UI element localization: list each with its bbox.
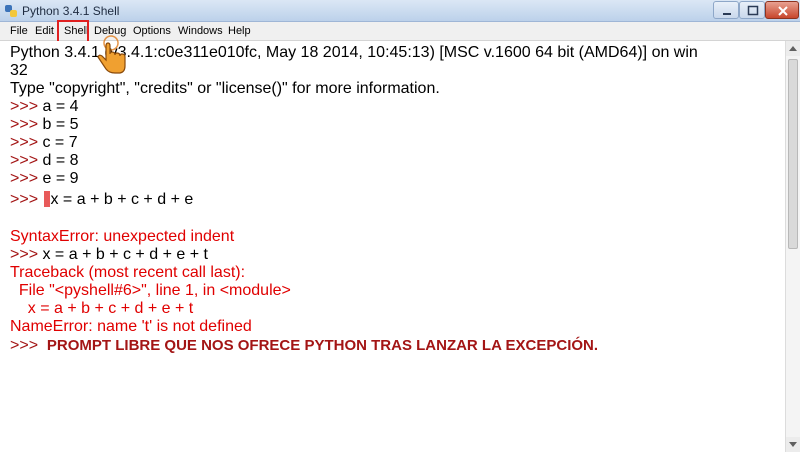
command: x = a + b + c + d + e + t xyxy=(42,246,208,263)
command: c = 7 xyxy=(42,134,78,151)
traceback-code-line: x = a + b + c + d + e + t xyxy=(10,300,194,317)
python-icon xyxy=(5,5,17,17)
prompt: >>> xyxy=(10,134,43,151)
title-bar: Python 3.4.1 Shell xyxy=(0,0,800,22)
arrow-up-icon xyxy=(789,46,797,51)
maximize-icon xyxy=(747,5,759,16)
input-line: >>> x = a + b + c + d + e + t xyxy=(10,246,208,264)
annotation-text: PROMPT LIBRE QUE NOS OFRECE PYTHON TRAS … xyxy=(46,337,599,354)
input-line: >>> x = a + b + c + d + e xyxy=(10,191,193,209)
menu-options[interactable]: Options xyxy=(133,25,171,37)
input-line: >>> a = 4 xyxy=(10,98,79,116)
prompt: >>> xyxy=(10,116,43,133)
hand-pointer-icon xyxy=(97,35,126,74)
prompt: >>> xyxy=(10,98,43,115)
prompt: >>> xyxy=(10,191,43,208)
scroll-up-button[interactable] xyxy=(786,41,800,56)
window-title: Python 3.4.1 Shell xyxy=(22,4,120,18)
command: d = 8 xyxy=(42,152,79,169)
command: b = 5 xyxy=(42,116,79,133)
scroll-thumb[interactable] xyxy=(788,59,798,249)
syntax-error-line: SyntaxError: unexpected indent xyxy=(10,228,235,245)
final-prompt-line[interactable]: >>> PROMPT LIBRE QUE NOS OFRECE PYTHON T… xyxy=(10,337,598,355)
maximize-button[interactable] xyxy=(739,1,765,19)
menu-edit[interactable]: Edit xyxy=(35,25,54,37)
prompt: >>> xyxy=(10,337,47,354)
minimize-icon xyxy=(723,13,731,15)
shell-menu-highlight-box xyxy=(57,20,89,43)
prompt: >>> xyxy=(10,170,43,187)
menu-windows[interactable]: Windows xyxy=(178,25,223,37)
command: e = 9 xyxy=(42,170,79,187)
command: x = a + b + c + d + e xyxy=(50,191,194,208)
scroll-down-button[interactable] xyxy=(786,437,800,452)
menu-file[interactable]: File xyxy=(10,25,28,37)
minimize-button[interactable] xyxy=(713,1,739,19)
menu-help[interactable]: Help xyxy=(228,25,251,37)
name-error-line: NameError: name 't' is not defined xyxy=(10,318,252,335)
input-line: >>> d = 8 xyxy=(10,152,79,170)
command: a = 4 xyxy=(42,98,79,115)
input-line: >>> b = 5 xyxy=(10,116,79,134)
input-line: >>> e = 9 xyxy=(10,170,79,188)
close-icon xyxy=(778,6,788,16)
arrow-down-icon xyxy=(789,442,797,447)
prompt: >>> xyxy=(10,246,43,263)
traceback-file-line: File "<pyshell#6>", line 1, in <module> xyxy=(10,282,291,299)
prompt: >>> xyxy=(10,152,43,169)
traceback-header: Traceback (most recent call last): xyxy=(10,264,246,281)
info-line: Type "copyright", "credits" or "license(… xyxy=(10,80,440,97)
banner-line-wrap: 32 xyxy=(10,62,28,79)
close-button[interactable] xyxy=(765,1,799,19)
input-line: >>> c = 7 xyxy=(10,134,78,152)
vertical-scrollbar[interactable] xyxy=(785,41,800,452)
shell-output-area[interactable]: Python 3.4.1 (v3.4.1:c0e311e010fc, May 1… xyxy=(0,41,785,452)
